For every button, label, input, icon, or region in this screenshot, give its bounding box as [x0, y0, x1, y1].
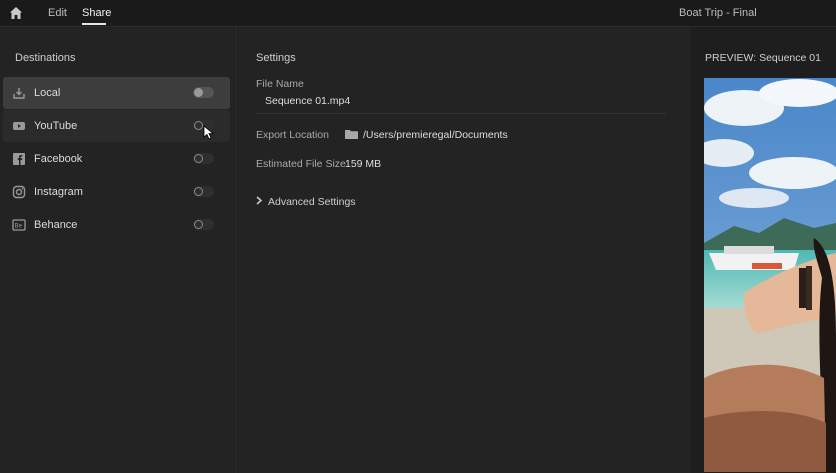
tab-edit[interactable]: Edit	[48, 7, 67, 19]
file-size-value: 159 MB	[345, 158, 382, 170]
behance-icon: Be	[12, 219, 26, 231]
export-location-path[interactable]: /Users/premieregal/Documents	[363, 129, 508, 141]
destination-instagram[interactable]: Instagram	[3, 176, 230, 208]
file-size-label: Estimated File Size	[256, 158, 346, 170]
tab-share[interactable]: Share	[82, 7, 111, 19]
destination-local[interactable]: Local	[3, 77, 230, 109]
facebook-toggle[interactable]	[193, 153, 214, 164]
chevron-right-icon[interactable]	[256, 196, 262, 205]
mouse-cursor-icon	[203, 125, 215, 140]
destination-behance[interactable]: Be Behance	[3, 209, 230, 241]
advanced-settings-toggle[interactable]: Advanced Settings	[268, 196, 356, 208]
download-icon	[13, 88, 25, 99]
instagram-toggle[interactable]	[193, 186, 214, 197]
settings-panel: Settings File Name Sequence 01.mp4 Expor…	[238, 27, 690, 473]
video-preview-thumbnail	[704, 78, 836, 472]
home-icon[interactable]	[9, 6, 23, 20]
preview-title: PREVIEW: Sequence 01	[705, 52, 821, 64]
document-title: Boat Trip - Final	[679, 7, 757, 19]
instagram-icon	[12, 185, 26, 199]
youtube-icon	[13, 122, 25, 130]
file-name-label: File Name	[256, 78, 304, 90]
destinations-title: Destinations	[15, 52, 76, 64]
destination-facebook[interactable]: Facebook	[3, 143, 230, 175]
file-name-divider	[256, 113, 666, 114]
destination-label: Facebook	[34, 153, 83, 165]
behance-toggle[interactable]	[193, 219, 214, 230]
destination-label: Local	[34, 87, 61, 99]
export-location-label: Export Location	[256, 129, 329, 141]
destination-youtube[interactable]: YouTube	[3, 110, 230, 142]
destination-label: Behance	[34, 219, 78, 231]
settings-title: Settings	[256, 52, 296, 64]
top-bar: Edit Share Boat Trip - Final	[0, 0, 836, 27]
local-toggle[interactable]	[193, 87, 214, 98]
svg-text:Be: Be	[15, 224, 23, 230]
active-tab-indicator	[82, 23, 106, 25]
destinations-panel: Destinations Local YouTube Facebook Inst…	[0, 27, 237, 473]
folder-icon[interactable]	[345, 129, 358, 139]
facebook-icon	[13, 153, 25, 165]
destination-label: Instagram	[34, 186, 83, 198]
file-name-field[interactable]: Sequence 01.mp4	[265, 95, 350, 107]
preview-panel: PREVIEW: Sequence 01	[690, 27, 836, 473]
destination-label: YouTube	[34, 120, 78, 132]
